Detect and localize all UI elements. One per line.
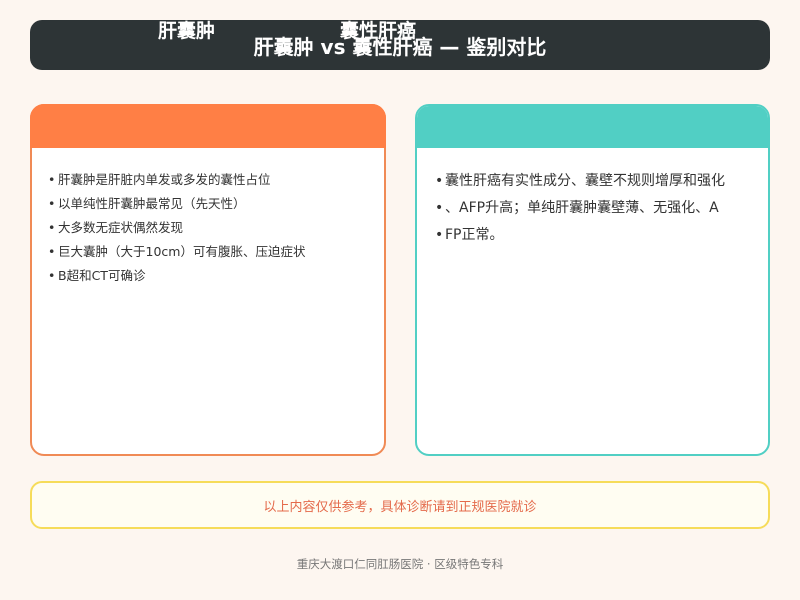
- liver-cyst-card: • 肝囊肿是肝脏内单发或多发的囊性占位 • 以单纯性肝囊肿最常见（先天性） • 大多数…: [30, 104, 386, 456]
- bullet-icon: •: [48, 196, 56, 211]
- list-item: • 巨大囊肿（大于10cm）可有腹胀、压迫症状: [48, 240, 305, 264]
- bullet-icon: •: [435, 200, 444, 216]
- list-item: • 肝囊肿是肝脏内单发或多发的囊性占位: [48, 168, 305, 192]
- list-item: • 以单纯性肝囊肿最常见（先天性）: [48, 192, 305, 216]
- disclaimer-note: 以上内容仅供参考，具体诊断请到正规医院就诊: [30, 481, 770, 529]
- cystic-liver-cancer-heading: 囊性肝癌: [340, 20, 417, 42]
- bullet-icon: •: [48, 172, 56, 187]
- liver-cyst-heading: 肝囊肿: [158, 20, 216, 42]
- liver-cyst-card-header: [30, 104, 386, 148]
- list-item: • 、AFP升高；单纯肝囊肿囊壁薄、无强化、A: [435, 195, 768, 222]
- list-item: • 囊性肝癌有实性成分、囊壁不规则增厚和强化: [435, 168, 768, 195]
- cystic-liver-cancer-card: • 囊性肝癌有实性成分、囊壁不规则增厚和强化 • 、AFP升高；单纯肝囊肿囊壁薄、无…: [415, 104, 770, 456]
- list-item: • FP正常。: [435, 222, 768, 249]
- list-item: • 大多数无症状偶然发现: [48, 216, 305, 240]
- cystic-liver-cancer-card-header: [417, 106, 768, 148]
- bullet-icon: •: [435, 227, 444, 243]
- bullet-icon: •: [48, 268, 56, 283]
- bullet-icon: •: [435, 173, 444, 189]
- bullet-icon: •: [48, 244, 56, 259]
- cystic-liver-cancer-list: • 囊性肝癌有实性成分、囊壁不规则增厚和强化 • 、AFP升高；单纯肝囊肿囊壁薄、无…: [435, 168, 768, 249]
- liver-cyst-list: • 肝囊肿是肝脏内单发或多发的囊性占位 • 以单纯性肝囊肿最常见（先天性） • 大多数…: [48, 168, 305, 288]
- hospital-credit: 重庆大渡口仁同肛肠医院 · 区级特色专科: [296, 557, 504, 571]
- bullet-icon: •: [48, 220, 56, 235]
- list-item: • B超和CT可确诊: [48, 264, 305, 288]
